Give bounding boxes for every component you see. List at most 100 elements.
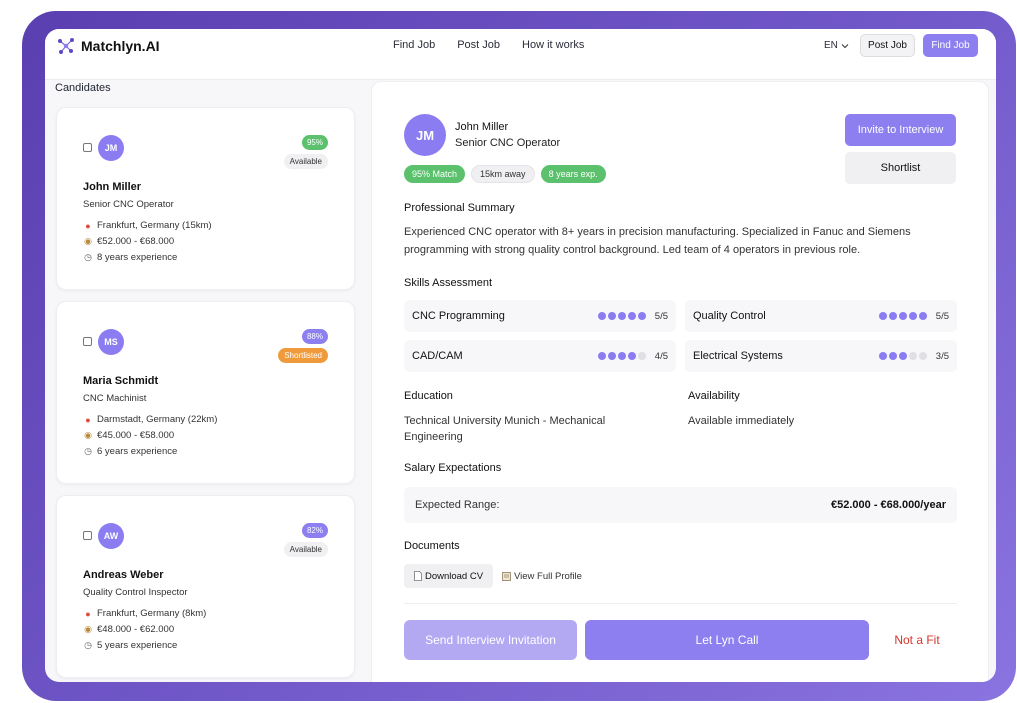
nav-post-job[interactable]: Post Job	[457, 39, 500, 51]
rating-dot	[608, 352, 616, 360]
skill-rating	[598, 352, 646, 360]
location-text: Darmstadt, Germany (22km)	[97, 414, 218, 425]
candidate-role: Senior CNC Operator	[83, 199, 174, 210]
detail-name: John Miller	[455, 121, 509, 133]
language-selector[interactable]: EN	[824, 40, 849, 51]
status-badge: Shortlisted	[278, 348, 328, 363]
candidate-checkbox[interactable]	[83, 337, 92, 346]
candidate-checkbox[interactable]	[83, 143, 92, 152]
location-text: Frankfurt, Germany (8km)	[97, 608, 207, 619]
app-screen: Matchlyn.AI Find Job Post Job How it wor…	[45, 29, 996, 682]
candidate-location: ● Frankfurt, Germany (8km)	[83, 608, 206, 619]
let-lyn-call-button[interactable]: Let Lyn Call	[585, 620, 869, 660]
salary-heading: Salary Expectations	[404, 462, 502, 474]
skills-heading: Skills Assessment	[404, 277, 493, 289]
rating-dot	[879, 312, 887, 320]
view-full-profile-button[interactable]: View Full Profile	[502, 564, 582, 588]
candidate-experience: ◷ 5 years experience	[83, 640, 177, 651]
send-interview-invitation-button[interactable]: Send Interview Invitation	[404, 620, 577, 660]
nav-find-job[interactable]: Find Job	[393, 39, 435, 51]
rating-dot	[618, 352, 626, 360]
salary-label: Expected Range:	[415, 499, 500, 511]
download-cv-button[interactable]: Download CV	[404, 564, 493, 588]
status-badge: Available	[283, 542, 328, 557]
candidate-card[interactable]: MS 88% Shortlisted Maria Schmidt CNC Mac…	[56, 301, 355, 484]
avatar: AW	[98, 523, 124, 549]
experience-text: 6 years experience	[97, 446, 178, 457]
candidate-card[interactable]: AW 82% Available Andreas Weber Quality C…	[56, 495, 355, 678]
post-job-button[interactable]: Post Job	[860, 34, 915, 57]
detail-tags: 95% Match 15km away 8 years exp.	[404, 165, 606, 183]
top-navigation: Matchlyn.AI Find Job Post Job How it wor…	[45, 29, 996, 80]
skill-row: CAD/CAM 4/5	[404, 340, 676, 372]
language-label: EN	[824, 40, 838, 51]
education-heading: Education	[404, 390, 453, 402]
rating-dot	[909, 352, 917, 360]
rating-dot	[879, 352, 887, 360]
brand-name: Matchlyn.AI	[81, 38, 160, 54]
find-job-button[interactable]: Find Job	[923, 34, 978, 57]
rating-dot	[628, 352, 636, 360]
skill-name: Quality Control	[693, 310, 766, 322]
not-a-fit-button[interactable]: Not a Fit	[877, 620, 957, 660]
match-badge: 95%	[301, 135, 328, 150]
rating-dot	[889, 352, 897, 360]
skill-score: 3/5	[935, 351, 949, 362]
rating-dot	[899, 352, 907, 360]
candidate-checkbox[interactable]	[83, 531, 92, 540]
candidate-role: Quality Control Inspector	[83, 587, 188, 598]
match-badge: 82%	[301, 523, 328, 538]
candidate-salary: ◉ €52.000 - €68.000	[83, 236, 174, 247]
brand-logo[interactable]: Matchlyn.AI	[57, 37, 160, 55]
rating-dot	[628, 312, 636, 320]
rating-dot	[598, 352, 606, 360]
skill-score: 4/5	[654, 351, 668, 362]
rating-dot	[889, 312, 897, 320]
skill-name: CNC Programming	[412, 310, 505, 322]
summary-heading: Professional Summary	[404, 202, 515, 214]
location-text: Frankfurt, Germany (15km)	[97, 220, 212, 231]
candidate-role: CNC Machinist	[83, 393, 147, 404]
skill-rating	[598, 312, 646, 320]
summary-text: Experienced CNC operator with 8+ years i…	[404, 226, 911, 256]
clock-icon: ◷	[84, 640, 92, 650]
money-bag-icon: ◉	[84, 430, 92, 440]
detail-role: Senior CNC Operator	[455, 137, 561, 149]
experience-text: 8 years experience	[97, 252, 178, 263]
candidate-salary: ◉ €48.000 - €62.000	[83, 624, 174, 635]
clock-icon: ◷	[84, 446, 92, 456]
skill-row: CNC Programming 5/5	[404, 300, 676, 332]
candidate-location: ● Darmstadt, Germany (22km)	[83, 414, 217, 425]
skill-row: Quality Control 5/5	[685, 300, 957, 332]
education-text: Technical University Munich - Mechanical…	[404, 415, 606, 443]
money-bag-icon: ◉	[84, 236, 92, 246]
clock-icon: ◷	[84, 252, 92, 262]
avatar: JM	[98, 135, 124, 161]
location-pin-icon: ●	[85, 414, 91, 425]
skill-score: 5/5	[935, 311, 949, 322]
availability-text: Available immediately	[688, 415, 795, 427]
skill-rating	[879, 352, 927, 360]
candidate-card[interactable]: JM 95% Available John Miller Senior CNC …	[56, 107, 355, 290]
main-nav: Find Job Post Job How it works	[393, 39, 584, 51]
nav-how-it-works[interactable]: How it works	[522, 39, 584, 51]
rating-dot	[899, 312, 907, 320]
documents-heading: Documents	[404, 540, 460, 552]
network-logo-icon	[58, 38, 74, 54]
salary-text: €45.000 - €58.000	[97, 430, 175, 441]
experience-tag: 8 years exp.	[540, 165, 606, 183]
candidate-name: Maria Schmidt	[83, 375, 159, 387]
rating-dot	[618, 312, 626, 320]
invite-to-interview-button[interactable]: Invite to Interview	[845, 114, 956, 146]
match-badge: 88%	[301, 329, 328, 344]
candidate-experience: ◷ 6 years experience	[83, 446, 177, 457]
skill-row: Electrical Systems 3/5	[685, 340, 957, 372]
location-pin-icon: ●	[85, 608, 91, 619]
avatar: MS	[98, 329, 124, 355]
salary-value: €52.000 - €68.000/year	[831, 499, 946, 511]
candidate-experience: ◷ 8 years experience	[83, 252, 177, 263]
shortlist-button[interactable]: Shortlist	[845, 152, 956, 184]
rating-dot	[638, 352, 646, 360]
salary-text: €48.000 - €62.000	[97, 624, 175, 635]
location-pin-icon: ●	[85, 220, 91, 231]
